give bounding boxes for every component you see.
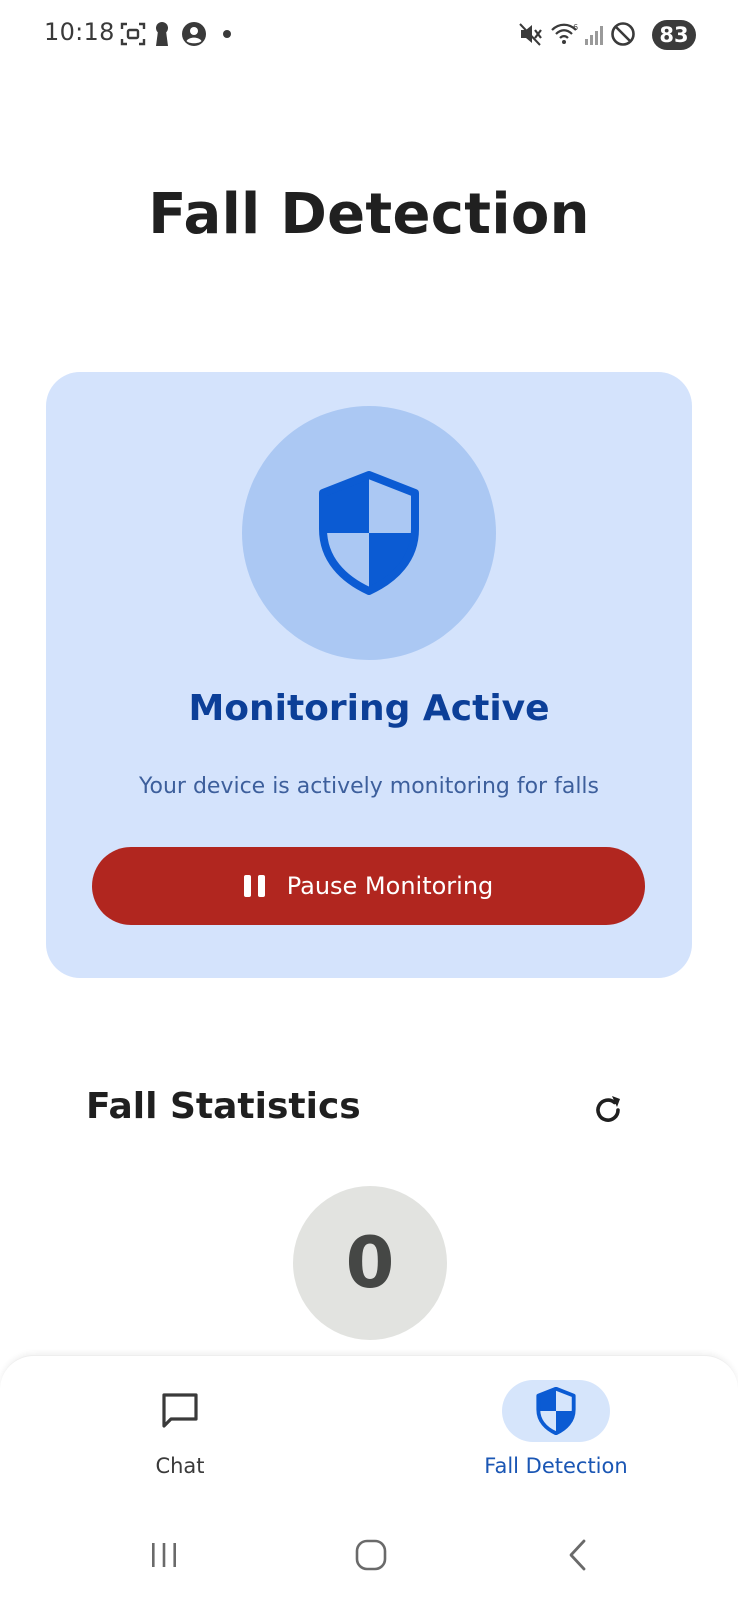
system-nav-bar <box>0 1515 738 1600</box>
status-time: 10:18 <box>44 18 115 46</box>
recents-button[interactable] <box>134 1535 194 1575</box>
monitoring-status-title: Monitoring Active <box>188 688 550 729</box>
nav-label-chat: Chat <box>155 1454 205 1478</box>
home-button[interactable] <box>341 1535 401 1575</box>
monitoring-status-card: Monitoring Active Your device is activel… <box>46 372 692 978</box>
svg-text:6: 6 <box>573 23 578 32</box>
nav-icon-wrap <box>126 1380 234 1442</box>
nav-item-fall-detection[interactable]: Fall Detection <box>456 1380 656 1490</box>
home-icon <box>355 1539 387 1571</box>
battery-indicator: 83 <box>652 20 696 50</box>
keyhole-icon <box>154 20 170 48</box>
bottom-nav: Chat Fall Detection <box>0 1355 738 1515</box>
nav-active-indicator <box>502 1380 610 1442</box>
shield-icon <box>319 471 419 595</box>
monitoring-status-subtitle: Your device is actively monitoring for f… <box>138 774 600 799</box>
do-not-disturb-icon <box>610 20 636 48</box>
signal-icon <box>584 20 606 48</box>
mute-icon <box>518 20 544 48</box>
refresh-button[interactable] <box>588 1090 628 1130</box>
back-button[interactable] <box>548 1535 608 1575</box>
nav-label-fall-detection: Fall Detection <box>484 1454 628 1478</box>
pause-monitoring-button[interactable]: Pause Monitoring <box>92 847 645 925</box>
status-bar: 10:18 6 83 <box>0 0 738 72</box>
chat-icon <box>162 1393 198 1428</box>
dot-icon <box>222 20 232 48</box>
refresh-icon <box>596 1096 620 1122</box>
shield-badge <box>242 406 496 660</box>
pause-monitoring-label: Pause Monitoring <box>286 872 494 900</box>
app-screen: 10:18 6 83 Fall Detection Monitoring Act… <box>0 0 738 1600</box>
pause-icon <box>243 875 265 897</box>
fall-statistics-title: Fall Statistics <box>86 1086 361 1127</box>
screenshot-icon <box>120 20 146 48</box>
account-circle-icon <box>181 20 207 48</box>
fall-count-badge: 0 <box>293 1186 447 1340</box>
page-title: Fall Detection <box>148 182 590 247</box>
fall-count: 0 <box>345 1222 395 1304</box>
nav-item-chat[interactable]: Chat <box>80 1380 280 1490</box>
recents-icon <box>152 1543 176 1567</box>
wifi-icon: 6 <box>550 20 580 48</box>
back-icon <box>569 1539 586 1571</box>
shield-icon <box>536 1387 576 1435</box>
